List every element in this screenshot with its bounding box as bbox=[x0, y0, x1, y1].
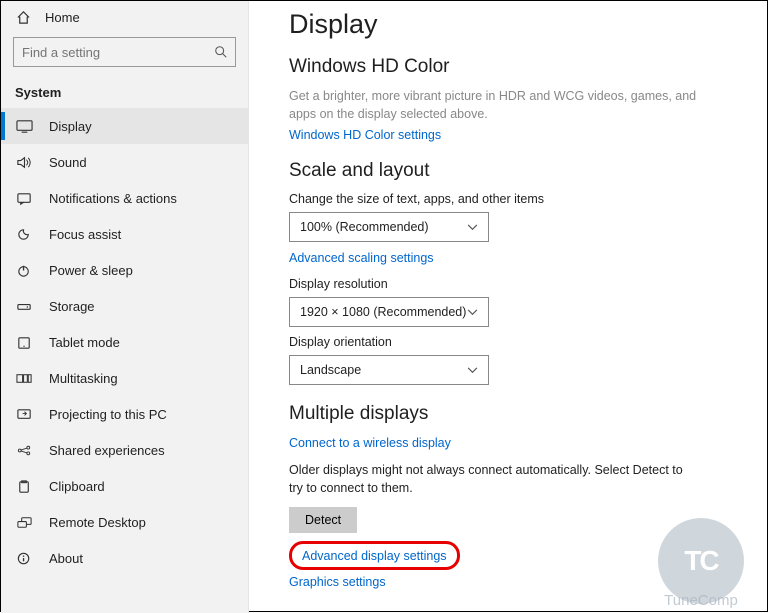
sidebar-item-power[interactable]: Power & sleep bbox=[1, 252, 248, 288]
sidebar-item-label: Multitasking bbox=[49, 371, 118, 386]
chevron-down-icon bbox=[467, 367, 478, 374]
combo-resolution[interactable]: 1920 × 1080 (Recommended) bbox=[289, 297, 489, 327]
search-input[interactable] bbox=[13, 37, 236, 67]
display-icon bbox=[15, 117, 33, 135]
section-multiple-displays: Multiple displays Connect to a wireless … bbox=[289, 403, 749, 589]
power-icon bbox=[15, 261, 33, 279]
sidebar: Home System Display Sound Notifications … bbox=[1, 1, 249, 613]
combo-text-size-value: 100% (Recommended) bbox=[300, 220, 429, 234]
sidebar-item-label: Display bbox=[49, 119, 92, 134]
label-text-size: Change the size of text, apps, and other… bbox=[289, 192, 749, 206]
link-connect-wireless[interactable]: Connect to a wireless display bbox=[289, 436, 451, 450]
label-resolution: Display resolution bbox=[289, 277, 749, 291]
section-heading-multi: Multiple displays bbox=[289, 403, 749, 425]
nav-home-label: Home bbox=[45, 10, 80, 25]
search-icon bbox=[214, 45, 228, 59]
sidebar-item-label: Power & sleep bbox=[49, 263, 133, 278]
sidebar-item-label: Remote Desktop bbox=[49, 515, 146, 530]
sidebar-item-clipboard[interactable]: Clipboard bbox=[1, 468, 248, 504]
link-graphics-settings[interactable]: Graphics settings bbox=[289, 575, 386, 589]
projecting-icon bbox=[15, 405, 33, 423]
sidebar-item-label: Shared experiences bbox=[49, 443, 165, 458]
sidebar-item-label: Focus assist bbox=[49, 227, 121, 242]
sidebar-item-label: Tablet mode bbox=[49, 335, 120, 350]
sidebar-item-about[interactable]: About bbox=[1, 540, 248, 576]
shared-icon bbox=[15, 441, 33, 459]
sidebar-item-sound[interactable]: Sound bbox=[1, 144, 248, 180]
label-orientation: Display orientation bbox=[289, 335, 749, 349]
sidebar-item-label: About bbox=[49, 551, 83, 566]
clipboard-icon bbox=[15, 477, 33, 495]
focus-assist-icon bbox=[15, 225, 33, 243]
sidebar-item-multitasking[interactable]: Multitasking bbox=[1, 360, 248, 396]
combo-text-size[interactable]: 100% (Recommended) bbox=[289, 212, 489, 242]
section-heading-scale: Scale and layout bbox=[289, 160, 749, 182]
section-heading-hd: Windows HD Color bbox=[289, 56, 749, 78]
sidebar-category: System bbox=[1, 75, 248, 108]
search-container bbox=[13, 37, 236, 67]
section-scale-layout: Scale and layout Change the size of text… bbox=[289, 160, 749, 385]
sidebar-item-notifications[interactable]: Notifications & actions bbox=[1, 180, 248, 216]
storage-icon bbox=[15, 297, 33, 315]
sidebar-item-tablet[interactable]: Tablet mode bbox=[1, 324, 248, 360]
page-title: Display bbox=[289, 9, 749, 40]
notifications-icon bbox=[15, 189, 33, 207]
combo-orientation-value: Landscape bbox=[300, 363, 361, 377]
sidebar-item-shared[interactable]: Shared experiences bbox=[1, 432, 248, 468]
sidebar-item-label: Notifications & actions bbox=[49, 191, 177, 206]
sidebar-item-remote[interactable]: Remote Desktop bbox=[1, 504, 248, 540]
sound-icon bbox=[15, 153, 33, 171]
sidebar-item-focus-assist[interactable]: Focus assist bbox=[1, 216, 248, 252]
nav-home[interactable]: Home bbox=[1, 1, 248, 33]
sidebar-item-projecting[interactable]: Projecting to this PC bbox=[1, 396, 248, 432]
about-icon bbox=[15, 549, 33, 567]
sidebar-item-storage[interactable]: Storage bbox=[1, 288, 248, 324]
multitasking-icon bbox=[15, 369, 33, 387]
tablet-icon bbox=[15, 333, 33, 351]
chevron-down-icon bbox=[467, 309, 478, 316]
chevron-down-icon bbox=[467, 224, 478, 231]
sidebar-item-display[interactable]: Display bbox=[1, 108, 248, 144]
main-content: Display Windows HD Color Get a brighter,… bbox=[261, 1, 767, 611]
sidebar-item-label: Storage bbox=[49, 299, 95, 314]
sidebar-item-label: Clipboard bbox=[49, 479, 105, 494]
sidebar-item-label: Sound bbox=[49, 155, 87, 170]
link-advanced-display[interactable]: Advanced display settings bbox=[302, 549, 447, 563]
detect-button[interactable]: Detect bbox=[289, 507, 357, 533]
section-hd-color: Windows HD Color Get a brighter, more vi… bbox=[289, 56, 749, 142]
annotation-highlight: Advanced display settings bbox=[289, 541, 460, 570]
home-icon bbox=[15, 9, 31, 25]
combo-orientation[interactable]: Landscape bbox=[289, 355, 489, 385]
combo-resolution-value: 1920 × 1080 (Recommended) bbox=[300, 305, 466, 319]
link-advanced-scaling[interactable]: Advanced scaling settings bbox=[289, 251, 434, 265]
older-displays-text: Older displays might not always connect … bbox=[289, 462, 699, 497]
remote-desktop-icon bbox=[15, 513, 33, 531]
hd-description: Get a brighter, more vibrant picture in … bbox=[289, 88, 699, 123]
sidebar-item-label: Projecting to this PC bbox=[49, 407, 167, 422]
link-hd-color[interactable]: Windows HD Color settings bbox=[289, 128, 441, 142]
